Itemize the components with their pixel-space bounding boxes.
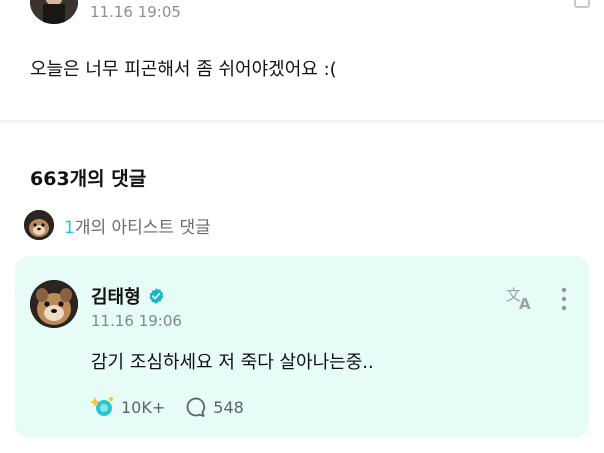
section-divider [0,120,604,123]
artist-comments-label: 1개의 아티스트 댓글 [64,213,211,238]
more-vertical-icon[interactable] [557,286,571,312]
comment-count-heading: 663개의 댓글 [30,168,147,190]
comment-body: 감기 조심하세요 저 죽다 살아나는중.. [91,352,374,373]
speech-bubble-icon [186,397,206,417]
like-count: 10K+ [121,397,166,417]
artist-comment-count: 1 [64,217,75,238]
artist-comments-suffix: 개의 아티스트 댓글 [74,217,211,238]
comment-actions: 10K+ 548 [89,394,244,420]
comment-timestamp: 11.16 19:06 [91,312,182,330]
post-timestamp: 11.16 19:05 [90,3,181,21]
post-author-avatar[interactable] [30,0,78,24]
comment-author[interactable]: 김태형 [91,283,165,309]
svg-text:A: A [519,295,531,312]
artist-comments-link[interactable]: 1개의 아티스트 댓글 [24,210,211,240]
like-sparkle-icon [90,397,113,416]
artist-avatar [24,210,54,240]
comment-author-avatar[interactable] [30,280,78,328]
translate-icon[interactable]: 文 A [504,284,534,312]
reply-count: 548 [213,397,244,417]
post-body: 오늘은 너무 피곤해서 좀 쉬어야겠어요 :( [30,59,337,80]
corner-icon[interactable] [574,0,590,8]
comment-author-name: 김태형 [91,287,141,308]
reply-button[interactable]: 548 [185,396,244,418]
verified-badge-icon [149,288,164,304]
artist-comment-card: 김태형 11.16 19:06 文 A 감기 조심하세요 저 죽다 살아나는중.… [15,256,589,438]
like-button[interactable]: 10K+ [89,394,165,420]
